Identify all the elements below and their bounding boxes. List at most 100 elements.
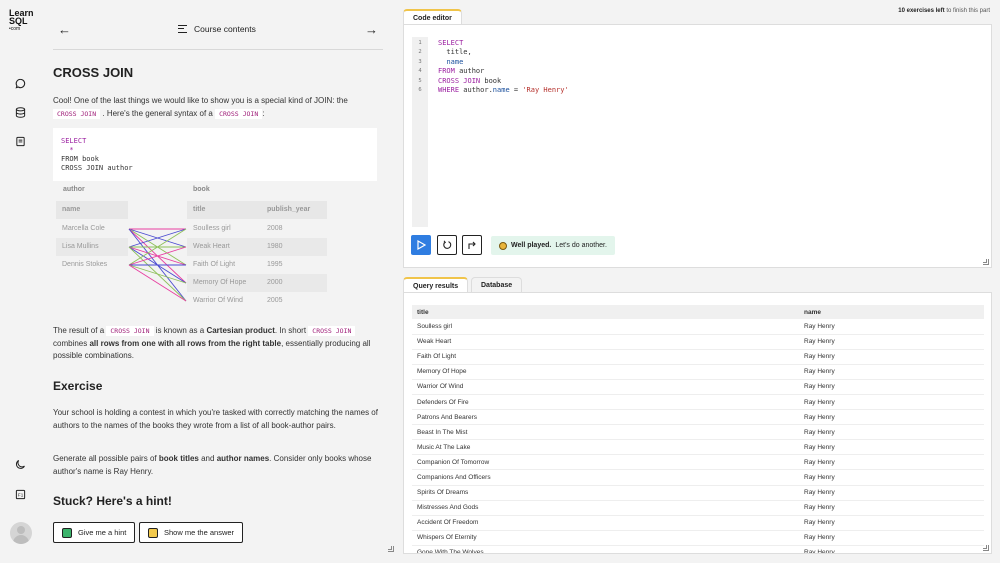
name-cell: Ray Henry	[799, 485, 984, 501]
next-step-button[interactable]	[462, 235, 482, 255]
exercises-left-count: 10 exercises left	[898, 8, 945, 14]
results-table: title name Soulless girl Ray Henry Weak He…	[412, 305, 984, 553]
table-row: Memory Of Hope Ray Henry	[412, 364, 984, 380]
table-row: Companions And Officers Ray Henry	[412, 469, 984, 486]
redo-icon	[468, 241, 476, 249]
database-icon[interactable]	[14, 106, 26, 118]
logo-line2: SQL	[9, 16, 28, 26]
inline-code: CROSS JOIN	[106, 326, 154, 336]
hint-button-label: Give me a hint	[78, 528, 127, 537]
give-hint-button[interactable]: Give me a hint	[53, 522, 136, 543]
hint-section: Stuck? Here's a hint!	[53, 494, 381, 508]
join-link-line	[128, 264, 187, 284]
intro-paragraph: Cool! One of the last things we would li…	[53, 95, 381, 120]
name-cell: Ray Henry	[799, 334, 984, 350]
avatar[interactable]	[10, 522, 32, 544]
title-cell: Whispers Of Eternity	[412, 530, 799, 546]
back-arrow-icon[interactable]: ←	[58, 22, 71, 37]
intro-text-c: :	[262, 108, 265, 118]
intro-text-a: Cool! One of the last things we would li…	[53, 96, 348, 105]
shortcuts-icon[interactable]: F1	[14, 488, 26, 500]
answer-icon	[148, 527, 158, 538]
tab-database[interactable]: Database	[471, 277, 523, 293]
name-cell: Ray Henry	[799, 319, 984, 335]
exercise-section: Exercise	[53, 379, 381, 393]
tab-code-editor[interactable]: Code editor	[403, 9, 462, 25]
play-icon	[416, 240, 426, 250]
next-arrow-icon[interactable]: →	[365, 22, 378, 37]
exercise-paragraph-2: Generate all possible pairs of book titl…	[53, 453, 381, 478]
reset-icon	[443, 240, 452, 249]
table-row: Accident Of Freedom Ray Henry	[412, 515, 984, 531]
code-line: CROSS JOIN author	[61, 164, 133, 172]
result-bold: Cartesian product	[206, 326, 275, 335]
run-button[interactable]	[411, 235, 431, 255]
editor-resize-icon[interactable]	[983, 259, 989, 265]
exercise-text-and: and	[201, 454, 215, 463]
table-row: Spirits Of Dreams Ray Henry	[412, 485, 984, 501]
name-cell: Ray Henry	[799, 454, 984, 471]
title-cell: Faith Of Light	[412, 349, 799, 365]
chat-icon[interactable]	[14, 77, 26, 89]
inline-code: CROSS JOIN	[308, 326, 356, 336]
table-row: Whispers Of Eternity Ray Henry	[412, 530, 984, 546]
notes-icon[interactable]	[14, 135, 26, 147]
table-row: Beast In The Mist Ray Henry	[412, 424, 984, 441]
left-rail: Learn SQL •com F1	[0, 0, 40, 563]
result-text-d: combines	[53, 338, 88, 348]
title-cell: Beast In The Mist	[412, 424, 799, 441]
title-cell: Warrior Of Wind	[412, 379, 799, 395]
course-contents-button[interactable]: Course contents	[178, 24, 256, 34]
resize-handle-icon[interactable]	[388, 546, 394, 552]
table-row: Defenders Of Fire Ray Henry	[412, 394, 984, 411]
title-cell: Companion Of Tomorrow	[412, 454, 799, 471]
title-cell: Memory Of Hope	[412, 364, 799, 380]
dark-mode-icon[interactable]	[14, 458, 26, 470]
table-row: Companion Of Tomorrow Ray Henry	[412, 454, 984, 471]
line-number: 2	[418, 49, 422, 56]
tab-query-results[interactable]: Query results	[403, 277, 469, 293]
exercise-p1-wrap: Your school is holding a contest in whic…	[53, 407, 381, 432]
lesson-panel: ← Course contents → CROSS JOIN Cool! One…	[40, 0, 396, 563]
name-cell: Ray Henry	[799, 545, 984, 553]
cross-join-diagram: author book name Marcella Cole Lisa Mull…	[55, 184, 330, 314]
table-row: Faith Of Light Ray Henry	[412, 349, 984, 365]
exercise-p2-wrap: Generate all possible pairs of book titl…	[53, 453, 381, 478]
title-cell: Defenders Of Fire	[412, 394, 799, 411]
inline-code: CROSS JOIN	[53, 108, 101, 119]
exercises-left: 10 exercises left to finish this part	[898, 8, 990, 14]
reset-button[interactable]	[437, 235, 457, 255]
hint-title: Stuck? Here's a hint!	[53, 494, 172, 508]
column-header: name	[799, 305, 984, 319]
lesson-content: CROSS JOIN Cool! One of the last things …	[53, 65, 381, 120]
menu-lines-icon	[178, 25, 187, 33]
result-section: The result of a CROSS JOIN is known as a…	[53, 325, 381, 363]
results-resize-icon[interactable]	[983, 545, 989, 551]
join-link-line	[128, 264, 187, 302]
coin-icon	[499, 241, 507, 250]
syntax-code-block: SELECT * FROM book CROSS JOIN author	[53, 128, 377, 181]
line-number: 6	[418, 87, 422, 94]
show-answer-button[interactable]: Show me the answer	[139, 522, 244, 543]
column-header: title	[412, 305, 799, 319]
result-text-b: is known as a	[155, 326, 205, 335]
learnsql-logo[interactable]: Learn SQL •com	[9, 9, 34, 33]
table-row: Gone With The Wolves Ray Henry	[412, 545, 984, 553]
code-line: SELECT	[61, 137, 87, 145]
title-cell: Accident Of Freedom	[412, 515, 799, 531]
name-cell: Ray Henry	[799, 349, 984, 365]
course-nav: ← Course contents →	[53, 14, 383, 50]
code-editor[interactable]: 1 2 3 4 5 6 SELECT title, name FROM auth…	[403, 24, 992, 268]
line-gutter: 1 2 3 4 5 6	[412, 37, 428, 227]
inline-code: CROSS JOIN	[215, 108, 263, 119]
name-cell: Ray Henry	[799, 515, 984, 531]
result-bold-2: all rows from one with all rows from the…	[89, 338, 282, 348]
name-cell: Ray Henry	[799, 364, 984, 380]
exercise-bold-1: book titles	[158, 454, 199, 463]
sql-code[interactable]: SELECT title, name FROM author CROSS JOI…	[438, 39, 569, 95]
course-contents-label: Course contents	[194, 24, 256, 34]
intro-text-b: . Here's the general syntax of a	[102, 108, 213, 118]
name-cell: Ray Henry	[799, 394, 984, 411]
query-results-panel: title name Soulless girl Ray Henry Weak He…	[403, 292, 992, 554]
success-text: Let's do another.	[555, 242, 607, 249]
